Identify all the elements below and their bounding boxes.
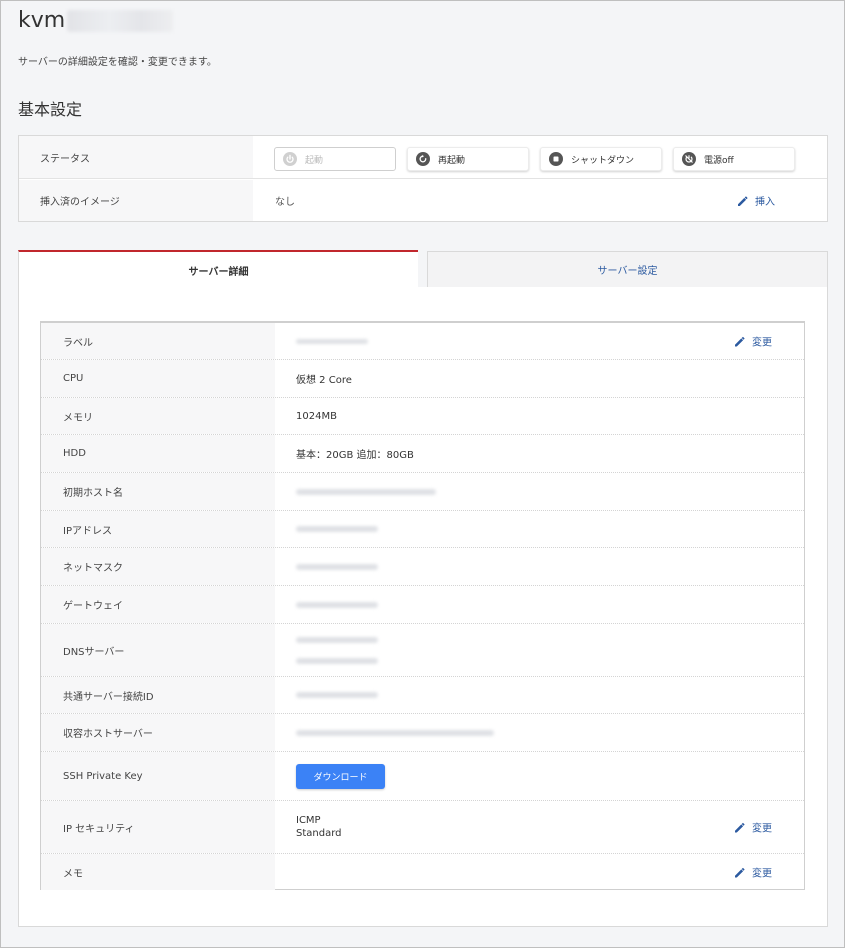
table-row-shared-id: 共通サーバー接続ID (41, 677, 804, 714)
shutdown-button-label: シャットダウン (571, 155, 635, 166)
status-row: ステータス 起動 再起動 シャットダウン 電源off (19, 136, 827, 179)
edit-memo-text: 変更 (752, 868, 772, 880)
redacted-dns-2 (296, 657, 378, 664)
image-label: 挿入済のイメージ (19, 180, 253, 221)
pencil-icon (735, 822, 745, 832)
redacted-host-server (296, 729, 494, 736)
edit-label-link[interactable]: 変更 (734, 334, 772, 349)
table-row-netmask: ネットマスク (41, 548, 804, 586)
memo-label: メモ (41, 854, 275, 890)
ip-security-line2: Standard (296, 828, 342, 839)
table-row-hostname: 初期ホスト名 (41, 473, 804, 511)
dns-label: DNSサーバー (41, 624, 275, 676)
ssh-key-label: SSH Private Key (41, 752, 275, 800)
stop-icon (549, 152, 563, 166)
pencil-icon (738, 195, 748, 206)
hostname-label: 初期ホスト名 (41, 473, 275, 510)
netmask-label: ネットマスク (41, 548, 275, 585)
edit-memo-link[interactable]: 変更 (734, 865, 772, 880)
memo-value: 変更 (275, 854, 804, 890)
image-row: 挿入済のイメージ なし 挿入 (19, 180, 827, 221)
power-off-button-label: 電源off (704, 155, 734, 166)
tab-server-settings[interactable]: サーバー設定 (427, 251, 828, 288)
redacted-hostname (296, 488, 436, 495)
memory-label: メモリ (41, 398, 275, 434)
power-icon (283, 152, 297, 166)
table-row-ip-security: IP セキュリティ ICMP Standard 変更 (41, 801, 804, 854)
shutdown-button[interactable]: シャットダウン (540, 147, 662, 171)
shared-id-label: 共通サーバー接続ID (41, 677, 275, 713)
section-title-basic: 基本設定 (18, 100, 83, 119)
gateway-value (275, 586, 804, 623)
redacted-shared-id (296, 692, 378, 698)
host-server-label: 収容ホストサーバー (41, 714, 275, 751)
table-row-cpu: CPU 仮想 2 Core (41, 360, 804, 398)
redacted-ip (296, 526, 378, 532)
redacted-dns-1 (296, 636, 378, 643)
tab-server-details[interactable]: サーバー詳細 (18, 250, 418, 288)
download-button[interactable]: ダウンロード (296, 763, 385, 789)
table-row-memo: メモ 変更 (41, 854, 804, 890)
table-row-ssh-key: SSH Private Key ダウンロード (41, 752, 804, 801)
edit-ip-security-link[interactable]: 変更 (734, 820, 772, 835)
gateway-label: ゲートウェイ (41, 586, 275, 623)
status-label: ステータス (19, 136, 253, 178)
table-row-hdd: HDD 基本：20GB 追加：80GB (41, 435, 804, 473)
hdd-label: HDD (41, 435, 275, 472)
hostname-value (275, 473, 804, 510)
shared-id-value (275, 677, 804, 713)
row-label-label: ラベル (41, 323, 275, 359)
redacted-server-id (67, 9, 174, 32)
redacted-label (296, 338, 368, 344)
cpu-label: CPU (41, 360, 275, 397)
ip-security-value: ICMP Standard 変更 (275, 801, 804, 853)
ssh-key-value: ダウンロード (275, 752, 804, 800)
insert-image-link[interactable]: 挿入 (737, 193, 775, 208)
start-button-label: 起動 (305, 155, 324, 166)
details-table: ラベル 変更 CPU 仮想 2 Core メモリ 1024MB HDD 基本：2… (40, 321, 805, 890)
dns-value (275, 624, 804, 676)
restart-button-label: 再起動 (438, 155, 466, 166)
table-row-label: ラベル 変更 (41, 323, 804, 360)
edit-label-text: 変更 (752, 337, 772, 349)
edit-ip-security-text: 変更 (752, 823, 772, 835)
redacted-gateway (296, 601, 378, 608)
start-button[interactable]: 起動 (274, 147, 396, 171)
ip-security-label: IP セキュリティ (41, 801, 275, 853)
restart-button[interactable]: 再起動 (407, 147, 529, 171)
redacted-netmask (296, 563, 378, 570)
power-off-button[interactable]: 電源off (673, 147, 795, 171)
hdd-value: 基本：20GB 追加：80GB (296, 450, 414, 461)
netmask-value (275, 548, 804, 585)
table-row-host-server: 収容ホストサーバー (41, 714, 804, 752)
ip-security-line1: ICMP (296, 815, 321, 826)
memory-value: 1024MB (296, 410, 337, 422)
host-server-value (275, 714, 804, 751)
table-row-gateway: ゲートウェイ (41, 586, 804, 624)
basic-settings-box: ステータス 起動 再起動 シャットダウン 電源off 挿入済のイメージ なし 挿… (18, 135, 828, 222)
label-value: 変更 (275, 323, 804, 359)
pencil-icon (735, 336, 745, 346)
ip-value (275, 511, 804, 547)
table-row-memory: メモリ 1024MB (41, 398, 804, 435)
pencil-icon (735, 867, 745, 877)
table-row-dns: DNSサーバー (41, 624, 804, 677)
ip-label: IPアドレス (41, 511, 275, 547)
page-subtitle: サーバーの詳細設定を確認・変更できます。 (18, 57, 217, 68)
insert-label: 挿入 (755, 197, 775, 208)
table-row-ip: IPアドレス (41, 511, 804, 548)
restart-icon (416, 152, 430, 166)
page-title: kvm (18, 8, 174, 33)
image-value: なし (275, 197, 295, 208)
cpu-value: 仮想 2 Core (296, 375, 352, 386)
page-title-text: kvm (18, 8, 66, 33)
power-off-icon (682, 152, 696, 166)
